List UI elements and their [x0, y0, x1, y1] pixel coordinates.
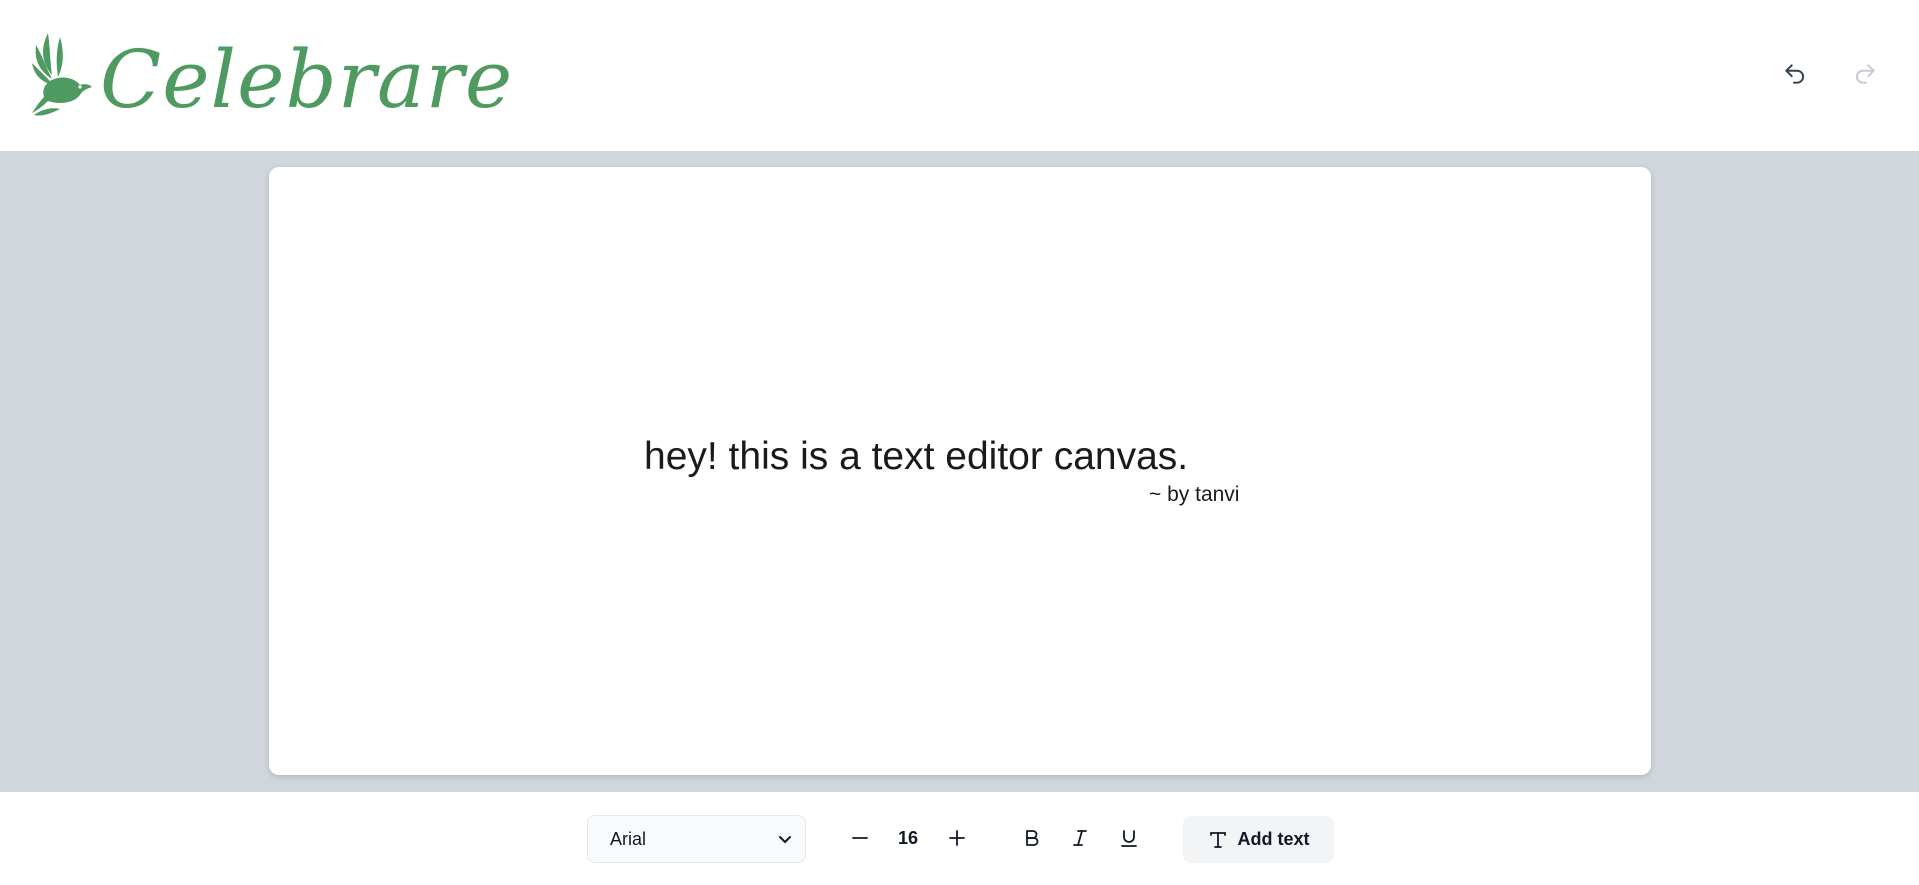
plus-icon	[949, 830, 965, 846]
add-text-button[interactable]: Add text	[1183, 816, 1334, 863]
bold-icon	[1026, 830, 1039, 846]
font-size-value: 16	[897, 827, 919, 848]
redo-button[interactable]	[1849, 58, 1881, 90]
redo-icon	[1855, 64, 1875, 84]
bold-button[interactable]	[1016, 822, 1048, 854]
font-family-value: Arial	[610, 828, 647, 849]
logo: Celebrare	[30, 28, 513, 123]
canvas-text-item[interactable]: ~ by tanvi	[1149, 483, 1239, 507]
minus-icon	[852, 837, 868, 839]
logo-wordmark: Celebrare	[100, 32, 514, 126]
type-icon	[1209, 831, 1226, 848]
font-family-select[interactable]: Arial	[587, 815, 806, 863]
undo-icon	[1785, 64, 1805, 84]
dove-logo-icon	[32, 32, 92, 116]
canvas-workspace: hey! this is a text editor canvas. ~ by …	[0, 151, 1919, 792]
text-canvas[interactable]: hey! this is a text editor canvas. ~ by …	[269, 167, 1651, 775]
canvas-text-item[interactable]: hey! this is a text editor canvas.	[644, 435, 1188, 479]
app-header: Celebrare	[0, 0, 1919, 151]
italic-button[interactable]	[1064, 822, 1096, 854]
underline-button[interactable]	[1113, 822, 1145, 854]
add-text-label: Add text	[1237, 829, 1310, 849]
undo-button[interactable]	[1779, 58, 1811, 90]
formatting-toolbar: Arial 16 Add text	[0, 792, 1919, 885]
chevron-down-icon	[779, 836, 791, 843]
increase-font-size-button[interactable]	[941, 822, 973, 854]
decrease-font-size-button[interactable]	[844, 822, 876, 854]
underline-icon	[1121, 830, 1137, 847]
italic-icon	[1073, 830, 1087, 846]
